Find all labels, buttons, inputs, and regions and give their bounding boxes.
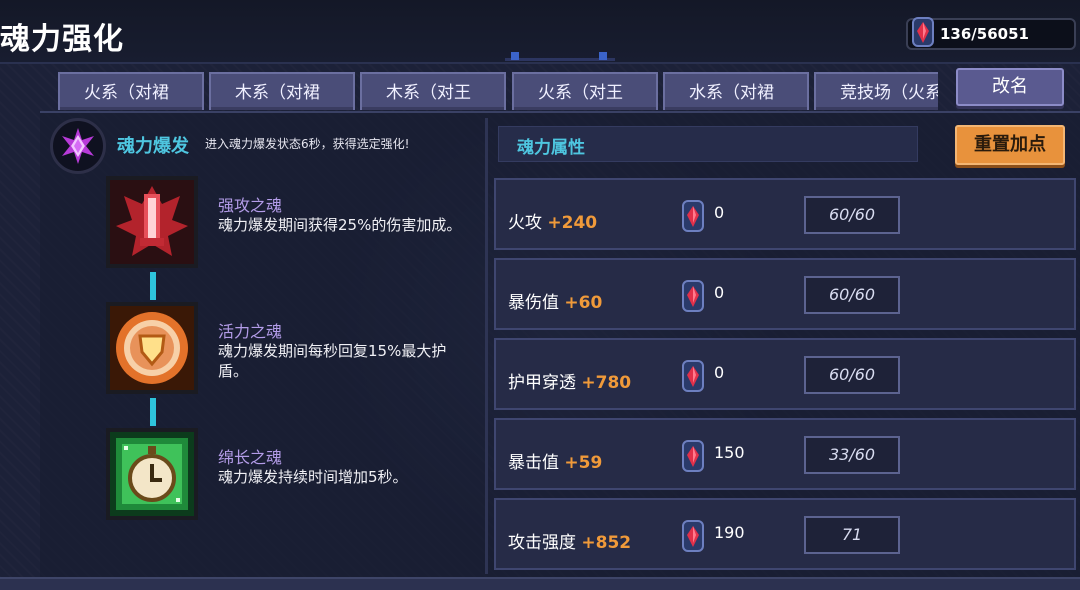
attribute-cost: 190 [714,523,745,542]
attribute-bonus: +60 [564,293,603,313]
attributes-title: 魂力属性 [517,138,585,158]
skill-name: 活力之魂 [218,322,283,341]
attribute-row[interactable]: 护甲穿透 +780 0 60/60 [494,338,1076,410]
attribute-points[interactable]: 60/60 [804,276,900,314]
skill-name: 强攻之魂 [218,196,283,215]
attribute-label: 暴伤值 +60 [508,293,603,313]
attribute-cost: 150 [714,443,745,462]
attribute-label: 暴击值 +59 [508,453,603,473]
attribute-label: 护甲穿透 +780 [508,373,632,393]
header-ornament [505,52,615,61]
attribute-bonus: +780 [581,373,632,393]
skill-description: 魂力爆发期间每秒回复15%最大护盾。 [218,342,447,380]
attribute-bonus: +59 [564,453,603,473]
currency-amount: 136/56051 [940,25,1029,43]
soul-gem-icon [680,278,706,314]
attribute-cost: 0 [714,363,725,382]
page-title: 魂力强化 [0,22,124,57]
soul-burst-icon [50,118,106,174]
skill-description: 魂力爆发持续时间增加5秒。 [218,468,408,486]
reset-points-button[interactable]: 重置加点 [955,125,1065,165]
attack-soul-icon[interactable] [106,176,198,268]
panel-divider [485,118,488,574]
attribute-row[interactable]: 暴击值 +59 150 33/60 [494,418,1076,490]
header-bar: 魂力强化 136/56051 [0,0,1080,64]
skill-description: 魂力爆发期间获得25%的伤害加成。 [218,216,462,234]
attribute-label: 火攻 +240 [508,213,598,233]
soul-gem-icon [680,518,706,554]
attribute-row[interactable]: 暴伤值 +60 0 60/60 [494,258,1076,330]
tab-wood-group[interactable]: 木系（对裙 [209,72,355,110]
attribute-cost: 0 [714,283,725,302]
burst-description: 进入魂力爆发状态6秒，获得选定强化! [205,137,410,151]
attribute-cost: 0 [714,203,725,222]
attribute-bonus: +240 [547,213,598,233]
soul-gem-icon [910,15,936,49]
attribute-bonus: +852 [581,533,632,553]
soul-gem-icon [680,438,706,474]
attribute-points[interactable]: 71 [804,516,900,554]
rename-button[interactable]: 改名 [956,68,1064,106]
tab-wood-boss[interactable]: 木系（对王 [360,72,506,110]
vitality-soul-icon[interactable] [106,302,198,394]
tab-water-group[interactable]: 水系（对裙 [663,72,809,110]
tab-arena-fire[interactable]: 竞技场（火系 [814,72,938,110]
attribute-points[interactable]: 60/60 [804,356,900,394]
skill-connector [150,398,156,426]
currency-display: 136/56051 [906,15,1076,50]
burst-title: 魂力爆发 [117,136,189,157]
attribute-points[interactable]: 60/60 [804,196,900,234]
build-tabs: 火系（对裙 木系（对裙 木系（对王 火系（对王 水系（对裙 竞技场（火系 [58,72,938,112]
attribute-row[interactable]: 火攻 +240 0 60/60 [494,178,1076,250]
skill-name: 绵长之魂 [218,448,283,467]
skill-connector [150,272,156,300]
soul-gem-icon [680,358,706,394]
attribute-points[interactable]: 33/60 [804,436,900,474]
tab-fire-boss[interactable]: 火系（对王 [512,72,658,110]
attribute-row[interactable]: 攻击强度 +852 190 71 [494,498,1076,570]
attribute-label: 攻击强度 +852 [508,533,632,553]
soul-gem-icon [680,198,706,234]
tab-fire-group[interactable]: 火系（对裙 [58,72,204,110]
bottom-bar [0,577,1080,590]
duration-soul-icon[interactable] [106,428,198,520]
